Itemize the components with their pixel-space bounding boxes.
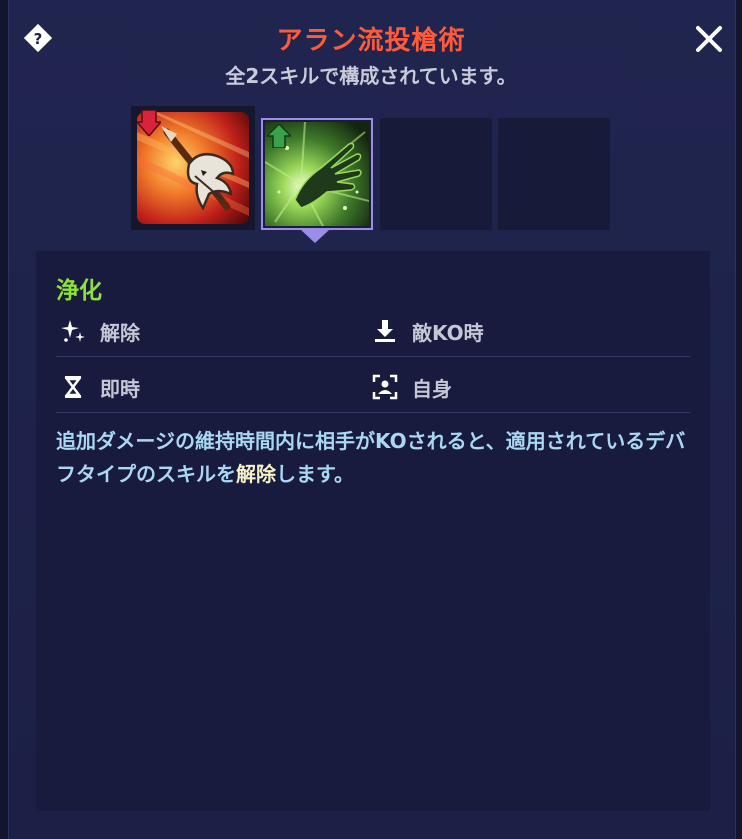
self-target-icon	[372, 374, 398, 400]
hourglass-icon	[64, 376, 82, 398]
description-text: 追加ダメージの維持時間内に相手がKOされると、適用されているデバフタイプのスキル…	[56, 429, 686, 486]
skill-set-title: アラン流投槍術	[276, 26, 466, 56]
empty-skill-slot-3	[380, 118, 492, 230]
attribute-effect-type: 解除	[60, 313, 140, 349]
divider	[56, 356, 690, 357]
attribute-label: 敵KO時	[412, 320, 484, 345]
attribute-timing: 即時	[60, 369, 140, 405]
description-highlight: 解除	[236, 462, 276, 486]
attribute-trigger: 敵KO時	[372, 313, 484, 349]
divider	[56, 412, 690, 413]
attribute-label: 解除	[100, 320, 140, 345]
sparkle-icon	[61, 320, 85, 342]
attribute-label: 即時	[100, 376, 140, 401]
selected-slot-pointer	[301, 230, 329, 243]
download-icon	[375, 320, 395, 342]
debuff-arrow-down-icon	[137, 110, 161, 136]
buff-arrow-up-icon	[267, 124, 291, 148]
skill-name: 浄化	[56, 278, 102, 304]
skill-slot-2[interactable]	[261, 118, 373, 230]
attribute-label: 自身	[412, 376, 452, 401]
description-text-end: します。	[276, 462, 354, 486]
attribute-target: 自身	[372, 369, 452, 405]
skill-slot-1[interactable]	[131, 106, 255, 230]
skill-set-subtitle: 全2スキルで構成されています。	[225, 64, 517, 88]
empty-skill-slot-4	[498, 118, 610, 230]
skill-detail-panel: 浄化 解除 敵KO時 即時 自身 追加ダメージの維持時間内に相手がKOされると、…	[36, 251, 710, 811]
skill-description: 追加ダメージの維持時間内に相手がKOされると、適用されているデバフタイプのスキル…	[56, 425, 696, 491]
